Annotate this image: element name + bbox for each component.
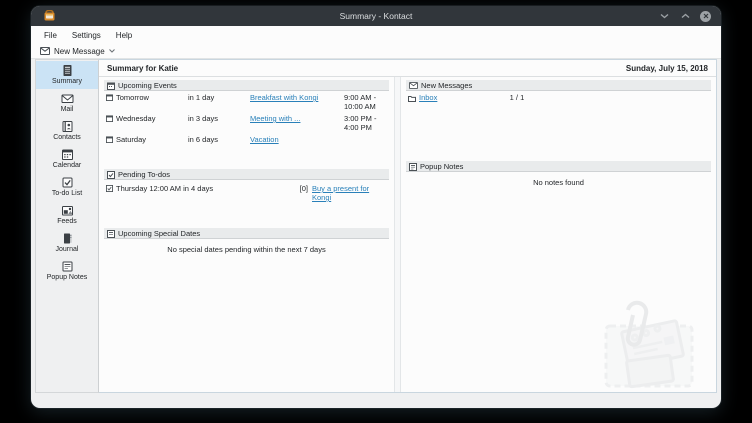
desktop-background: Summary - Kontact File Settings Help — [0, 0, 752, 423]
message-count: 1 / 1 — [508, 91, 610, 104]
section-title: New Messages — [421, 81, 472, 90]
event-when: in 6 days — [186, 133, 248, 145]
contacts-icon — [61, 120, 74, 133]
toolbar: New Message — [31, 44, 721, 59]
sidebar-item-journal[interactable]: Journal — [36, 229, 98, 257]
event-time — [342, 133, 389, 145]
page-title: Summary for Katie — [107, 64, 178, 73]
sidebar-item-contacts[interactable]: Contacts — [36, 117, 98, 145]
calendar-icon — [61, 148, 74, 161]
pending-todos-icon — [107, 171, 115, 179]
special-dates-empty: No special dates pending within the next… — [104, 239, 389, 254]
new-messages-section: New Messages Inbox 1 / 1 — [406, 80, 711, 104]
kontact-window: Summary - Kontact File Settings Help — [31, 6, 721, 408]
event-when: in 1 day — [186, 91, 248, 112]
menubar: File Settings Help — [31, 26, 721, 44]
todo-priority: [0] — [274, 182, 310, 204]
sidebar: Summary Mail Contacts Calendar To-do Lis — [35, 59, 99, 393]
feeds-icon — [61, 204, 74, 217]
todo-link[interactable]: Buy a present for Kongi — [312, 184, 374, 202]
kontact-watermark — [598, 296, 708, 392]
upcoming-events-icon — [107, 82, 115, 90]
notes-icon — [61, 260, 74, 273]
popup-notes-empty: No notes found — [406, 172, 711, 187]
todo-due: Thursday 12:00 AM in 4 days — [104, 182, 274, 204]
sidebar-item-summary[interactable]: Summary — [36, 61, 98, 89]
summary-header: Summary for Katie Sunday, July 15, 2018 — [99, 60, 716, 77]
section-title: Popup Notes — [420, 162, 463, 171]
event-when: in 3 days — [186, 112, 248, 133]
titlebar[interactable]: Summary - Kontact — [31, 6, 721, 26]
sidebar-item-feeds[interactable]: Feeds — [36, 201, 98, 229]
sidebar-item-mail[interactable]: Mail — [36, 89, 98, 117]
event-link[interactable]: Breakfast with Kongi — [250, 93, 318, 102]
event-link[interactable]: Vacation — [250, 135, 279, 144]
menu-settings[interactable]: Settings — [72, 31, 101, 40]
event-day: Saturday — [104, 133, 186, 145]
summary-icon — [61, 64, 74, 77]
window-title: Summary - Kontact — [340, 11, 413, 21]
section-title: Upcoming Events — [118, 81, 177, 90]
minimize-icon[interactable] — [658, 10, 670, 22]
todo-row-icon — [106, 185, 113, 192]
event-time: 9:00 AM - 10:00 AM — [342, 91, 389, 112]
menu-help[interactable]: Help — [116, 31, 132, 40]
new-message-button[interactable]: New Message — [40, 47, 115, 56]
new-messages-icon — [409, 82, 418, 89]
section-title: Pending To-dos — [118, 170, 170, 179]
sidebar-item-popup-notes[interactable]: Popup Notes — [36, 257, 98, 285]
event-icon — [106, 94, 113, 101]
new-message-icon — [40, 47, 50, 55]
right-column: New Messages Inbox 1 / 1 — [401, 77, 716, 392]
folder-icon — [408, 95, 416, 102]
event-day: Wednesday — [104, 112, 186, 133]
event-time: 3:00 PM - 4:00 PM — [342, 112, 389, 133]
summary-view: Summary for Katie Sunday, July 15, 2018 … — [99, 59, 717, 393]
special-dates-section: Upcoming Special Dates No special dates … — [104, 228, 389, 254]
maximize-icon[interactable] — [679, 10, 691, 22]
popup-notes-icon — [409, 163, 417, 171]
event-link[interactable]: Meeting with ... — [250, 114, 300, 123]
event-icon — [106, 136, 113, 143]
kontact-app-icon — [44, 10, 55, 21]
current-date: Sunday, July 15, 2018 — [626, 64, 708, 73]
section-title: Upcoming Special Dates — [118, 229, 200, 238]
close-icon[interactable] — [700, 11, 711, 22]
special-dates-icon — [107, 230, 115, 238]
event-icon — [106, 115, 113, 122]
journal-icon — [61, 232, 74, 245]
column-divider — [394, 77, 401, 392]
event-day: Tomorrow — [104, 91, 186, 112]
menu-file[interactable]: File — [44, 31, 57, 40]
mail-icon — [61, 92, 74, 105]
inbox-link[interactable]: Inbox — [419, 93, 437, 102]
popup-notes-section: Popup Notes No notes found — [406, 161, 711, 187]
pending-todos-section: Pending To-dos Thursday 12:00 AM in 4 da… — [104, 169, 389, 204]
sidebar-item-todo-list[interactable]: To-do List — [36, 173, 98, 201]
todo-icon — [61, 176, 74, 189]
upcoming-events-section: Upcoming Events Tomorrow in 1 day Breakf… — [104, 80, 389, 145]
chevron-down-icon — [109, 49, 115, 53]
sidebar-item-calendar[interactable]: Calendar — [36, 145, 98, 173]
left-column: Upcoming Events Tomorrow in 1 day Breakf… — [99, 77, 394, 392]
message-folder: Inbox — [406, 91, 508, 104]
